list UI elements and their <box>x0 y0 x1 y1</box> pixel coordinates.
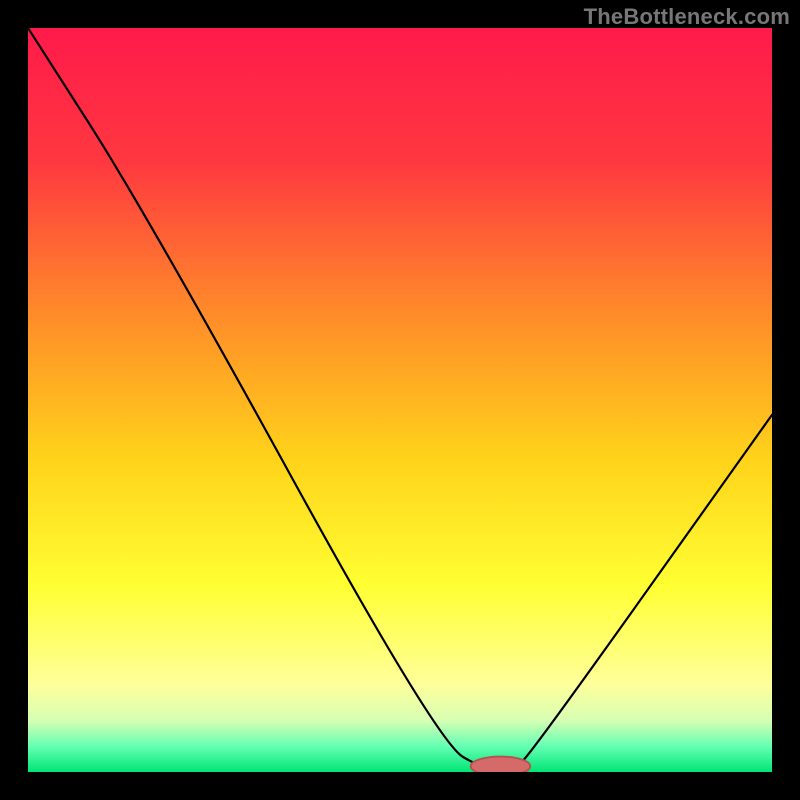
bottleneck-chart <box>28 28 772 772</box>
attribution-label: TheBottleneck.com <box>584 4 790 30</box>
gradient-background <box>28 28 772 772</box>
chart-frame: TheBottleneck.com <box>0 0 800 800</box>
optimum-marker <box>471 757 531 772</box>
